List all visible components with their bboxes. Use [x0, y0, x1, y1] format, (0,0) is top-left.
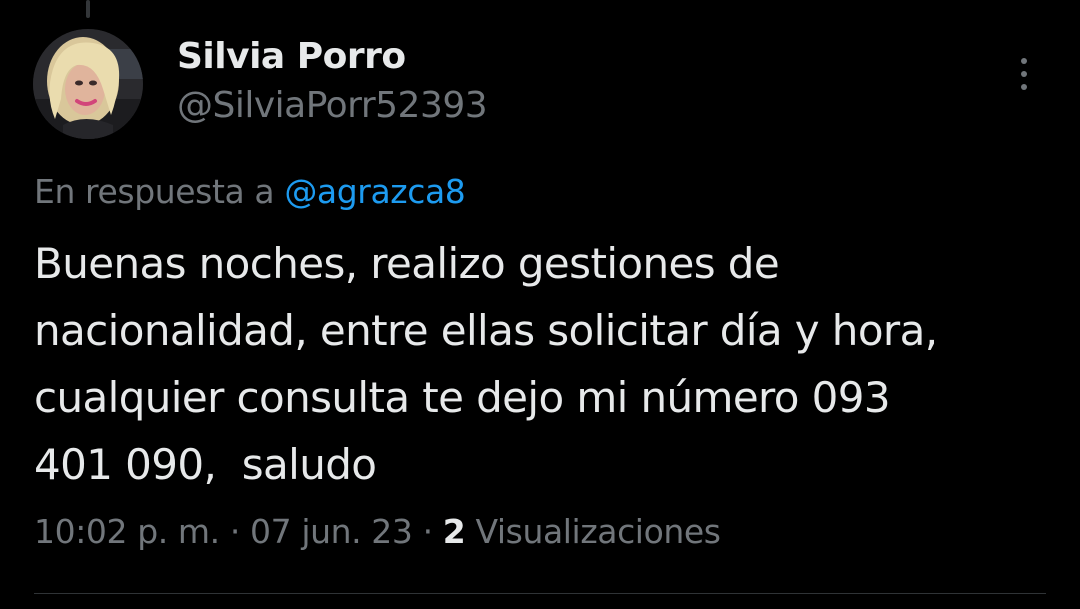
- tweet-text-line: cualquier consulta te dejo mi número 093: [34, 373, 891, 422]
- meta-separator: ·: [229, 512, 240, 551]
- avatar-image: [33, 29, 143, 139]
- views-label[interactable]: Visualizaciones: [475, 512, 721, 551]
- thread-connector-line: [86, 0, 90, 18]
- more-vertical-icon: [1021, 58, 1027, 64]
- tweet-metadata: 10:02 p. m. · 07 jun. 23 · 2 Visualizaci…: [34, 512, 721, 551]
- tweet-time[interactable]: 10:02 p. m.: [34, 512, 220, 551]
- more-vertical-icon: [1021, 71, 1027, 77]
- more-vertical-icon: [1021, 84, 1027, 90]
- avatar[interactable]: [33, 29, 143, 139]
- tweet-text-line: nacionalidad, entre ellas solicitar día …: [34, 306, 938, 355]
- views-count[interactable]: 2: [443, 512, 466, 551]
- tweet-date[interactable]: 07 jun. 23: [250, 512, 413, 551]
- more-options-button[interactable]: [1008, 52, 1040, 96]
- tweet-text-line: Buenas noches, realizo gestiones de: [34, 239, 780, 288]
- reply-mention-link[interactable]: @agrazca8: [284, 172, 465, 211]
- divider: [34, 593, 1046, 594]
- user-handle[interactable]: @SilviaPorr52393: [177, 85, 488, 126]
- display-name[interactable]: Silvia Porro: [177, 36, 406, 77]
- reply-context: En respuesta a @agrazca8: [34, 172, 466, 211]
- tweet-text-line: 401 090, saludo: [34, 440, 377, 489]
- meta-separator: ·: [422, 512, 433, 551]
- tweet-text: Buenas noches, realizo gestiones de naci…: [34, 230, 1049, 498]
- reply-prefix: En respuesta a: [34, 172, 275, 211]
